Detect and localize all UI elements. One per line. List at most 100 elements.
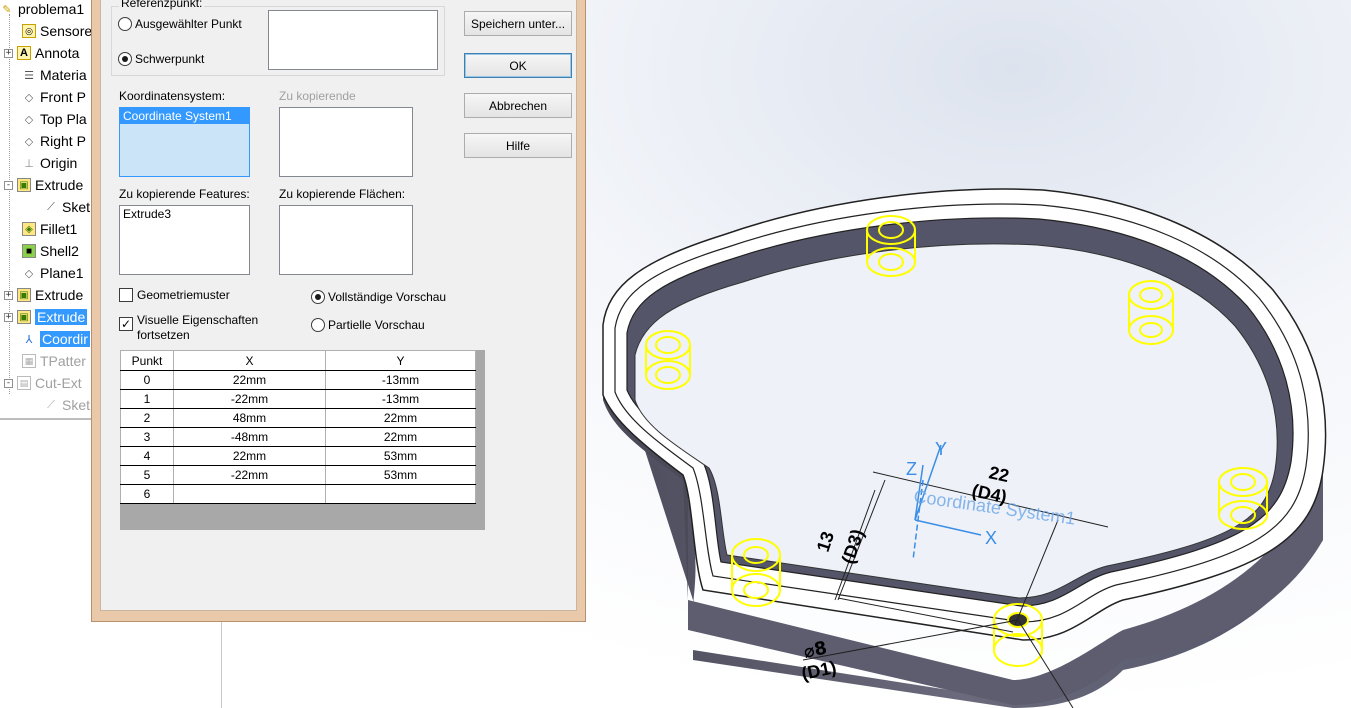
expand-icon[interactable]: + bbox=[4, 312, 13, 322]
cell-y[interactable]: 53mm bbox=[325, 446, 476, 466]
radio-centroid[interactable]: Schwerpunkt bbox=[118, 52, 204, 66]
cell-y[interactable]: 22mm bbox=[325, 427, 476, 447]
extrude-icon: ▣ bbox=[17, 288, 31, 302]
cell-x[interactable]: -22mm bbox=[173, 465, 326, 485]
feature-tree[interactable]: ✎ problema1 ◎ Sensore + A Annota ☰ Mater… bbox=[0, 0, 96, 420]
cell-y[interactable]: -13mm bbox=[325, 370, 476, 390]
tree-item-table-pattern[interactable]: ▦ TPatter bbox=[22, 350, 86, 372]
radio-centroid-control[interactable] bbox=[118, 52, 132, 66]
cell-x[interactable]: -22mm bbox=[173, 389, 326, 409]
row-index: 2 bbox=[120, 408, 174, 428]
to-copy-list[interactable] bbox=[279, 107, 413, 177]
tree-item-label: Cut-Ext bbox=[35, 375, 82, 391]
tree-item-plane1[interactable]: ◇ Plane1 bbox=[22, 262, 84, 284]
expand-icon[interactable]: + bbox=[4, 48, 13, 58]
table-pattern-icon: ▦ bbox=[22, 354, 36, 368]
row-index: 0 bbox=[120, 370, 174, 390]
cell-x[interactable]: 22mm bbox=[173, 446, 326, 466]
expand-icon[interactable]: + bbox=[4, 290, 13, 300]
cut-extrude-icon: ▤ bbox=[17, 376, 31, 390]
table-row[interactable]: 6 bbox=[120, 484, 476, 504]
radio-full-preview-control[interactable] bbox=[311, 290, 325, 304]
ok-button[interactable]: OK bbox=[464, 53, 572, 78]
geometry-pattern-checkbox[interactable]: Geometriemuster bbox=[119, 288, 230, 302]
tree-item-material[interactable]: ☰ Materia bbox=[22, 64, 87, 86]
cell-y[interactable]: -13mm bbox=[325, 389, 476, 409]
tree-item-label: Origin bbox=[40, 155, 78, 171]
check-icon[interactable]: ✓ bbox=[119, 317, 133, 331]
geometry-pattern-check-control[interactable] bbox=[119, 288, 133, 302]
tree-item-label: Extrude bbox=[35, 309, 88, 325]
tree-item-label: problema1 bbox=[18, 1, 85, 17]
propagate-visual-label: Visuelle Eigenschaften fortsetzen bbox=[137, 313, 258, 343]
tree-item-sensors[interactable]: ◎ Sensore bbox=[22, 20, 92, 42]
part-floor bbox=[634, 243, 1278, 599]
help-button[interactable]: Hilfe bbox=[464, 133, 572, 158]
faces-to-copy-list[interactable] bbox=[279, 205, 413, 275]
tree-item-fillet[interactable]: ◈ Fillet1 bbox=[22, 218, 77, 240]
tree-item-origin[interactable]: ⊥ Origin bbox=[22, 152, 77, 174]
tree-item-annotations[interactable]: + A Annota bbox=[4, 42, 79, 64]
tree-item-shell[interactable]: ■ Shell2 bbox=[22, 240, 79, 262]
tree-item-extrude-3[interactable]: + ▣ Extrude bbox=[4, 306, 88, 328]
features-to-copy-list[interactable]: Extrude3 bbox=[119, 205, 250, 275]
radio-selected-point-control[interactable] bbox=[118, 17, 132, 31]
cancel-button[interactable]: Abbrechen bbox=[464, 93, 572, 118]
annotation-icon: A bbox=[17, 46, 31, 60]
tree-item-front-plane[interactable]: ◇ Front P bbox=[22, 86, 86, 108]
tree-item-extrude-2[interactable]: + ▣ Extrude bbox=[4, 284, 83, 306]
extrude-icon: ▣ bbox=[17, 178, 31, 192]
tree-item-top-plane[interactable]: ◇ Top Pla bbox=[22, 108, 87, 130]
tree-item-extrude-1[interactable]: - ▣ Extrude bbox=[4, 174, 83, 196]
to-copy-label: Zu kopierende bbox=[279, 89, 356, 103]
tree-item-label: Sket bbox=[62, 199, 91, 215]
tree-item-part[interactable]: ✎ problema1 bbox=[0, 0, 84, 20]
radio-selected-point[interactable]: Ausgewählter Punkt bbox=[118, 17, 242, 31]
collapse-icon[interactable]: - bbox=[4, 378, 13, 388]
coordinate-system-list[interactable]: Coordinate System1 bbox=[119, 107, 250, 177]
radio-full-preview[interactable]: Vollständige Vorschau bbox=[311, 290, 446, 304]
collapse-icon[interactable]: - bbox=[4, 180, 13, 190]
axis-z-label: Z bbox=[906, 459, 917, 479]
row-index: 3 bbox=[120, 427, 174, 447]
radio-partial-preview-control[interactable] bbox=[311, 318, 325, 332]
propagate-visual-properties-checkbox[interactable]: ✓ Visuelle Eigenschaften fortsetzen bbox=[119, 313, 258, 343]
cell-x[interactable]: 22mm bbox=[173, 370, 326, 390]
cell-x[interactable]: 48mm bbox=[173, 408, 326, 428]
save-as-button[interactable]: Speichern unter... bbox=[464, 11, 572, 36]
cell-y[interactable]: 22mm bbox=[325, 408, 476, 428]
tree-item-right-plane[interactable]: ◇ Right P bbox=[22, 130, 86, 152]
radio-partial-preview[interactable]: Partielle Vorschau bbox=[311, 318, 425, 332]
table-row[interactable]: 4 22mm 53mm bbox=[120, 446, 476, 466]
radio-selected-point-label: Ausgewählter Punkt bbox=[135, 17, 242, 31]
table-row[interactable]: 5 -22mm 53mm bbox=[120, 465, 476, 485]
coordinate-system-list-item[interactable]: Coordinate System1 bbox=[120, 108, 249, 124]
tree-item-sketch-2[interactable]: ⟋ Sket bbox=[44, 394, 90, 416]
tree-item-label: Right P bbox=[40, 133, 86, 149]
table-row[interactable]: 0 22mm -13mm bbox=[120, 370, 476, 390]
tree-item-label: Shell2 bbox=[40, 243, 79, 259]
table-row[interactable]: 2 48mm 22mm bbox=[120, 408, 476, 428]
reference-point-selection-box[interactable] bbox=[268, 10, 438, 70]
sketch-icon: ⟋ bbox=[47, 200, 55, 213]
cell-y[interactable]: 53mm bbox=[325, 465, 476, 485]
point-table-area: Punkt X Y 0 22mm -13mm 1 -22mm -13mm 2 4… bbox=[120, 350, 485, 530]
table-row[interactable]: 1 -22mm -13mm bbox=[120, 389, 476, 409]
features-list-item[interactable]: Extrude3 bbox=[120, 206, 249, 222]
dim-22-label: 22 bbox=[987, 462, 1011, 486]
point-table[interactable]: Punkt X Y 0 22mm -13mm 1 -22mm -13mm 2 4… bbox=[120, 350, 476, 504]
table-row[interactable]: 3 -48mm 22mm bbox=[120, 427, 476, 447]
tree-item-label: Sensore bbox=[40, 23, 93, 39]
sketch-icon: ⟋ bbox=[47, 398, 55, 411]
cell-x[interactable] bbox=[173, 484, 326, 504]
tree-item-coordinate-system[interactable]: ⅄ Coordir bbox=[22, 328, 90, 350]
fillet-icon: ◈ bbox=[22, 222, 36, 236]
tree-item-cut-extrude[interactable]: - ▤ Cut-Ext bbox=[4, 372, 82, 394]
dialog-body: Referenzpunkt: Ausgewählter Punkt Schwer… bbox=[100, 0, 577, 611]
cell-x[interactable]: -48mm bbox=[173, 427, 326, 447]
propagate-visual-label-line2: fortsetzen bbox=[137, 328, 190, 342]
cell-y[interactable] bbox=[325, 484, 476, 504]
tree-item-sketch-1[interactable]: ⟋ Sket bbox=[44, 196, 90, 218]
plane-icon: ◇ bbox=[24, 135, 34, 148]
extrude-icon: ▣ bbox=[17, 310, 31, 324]
